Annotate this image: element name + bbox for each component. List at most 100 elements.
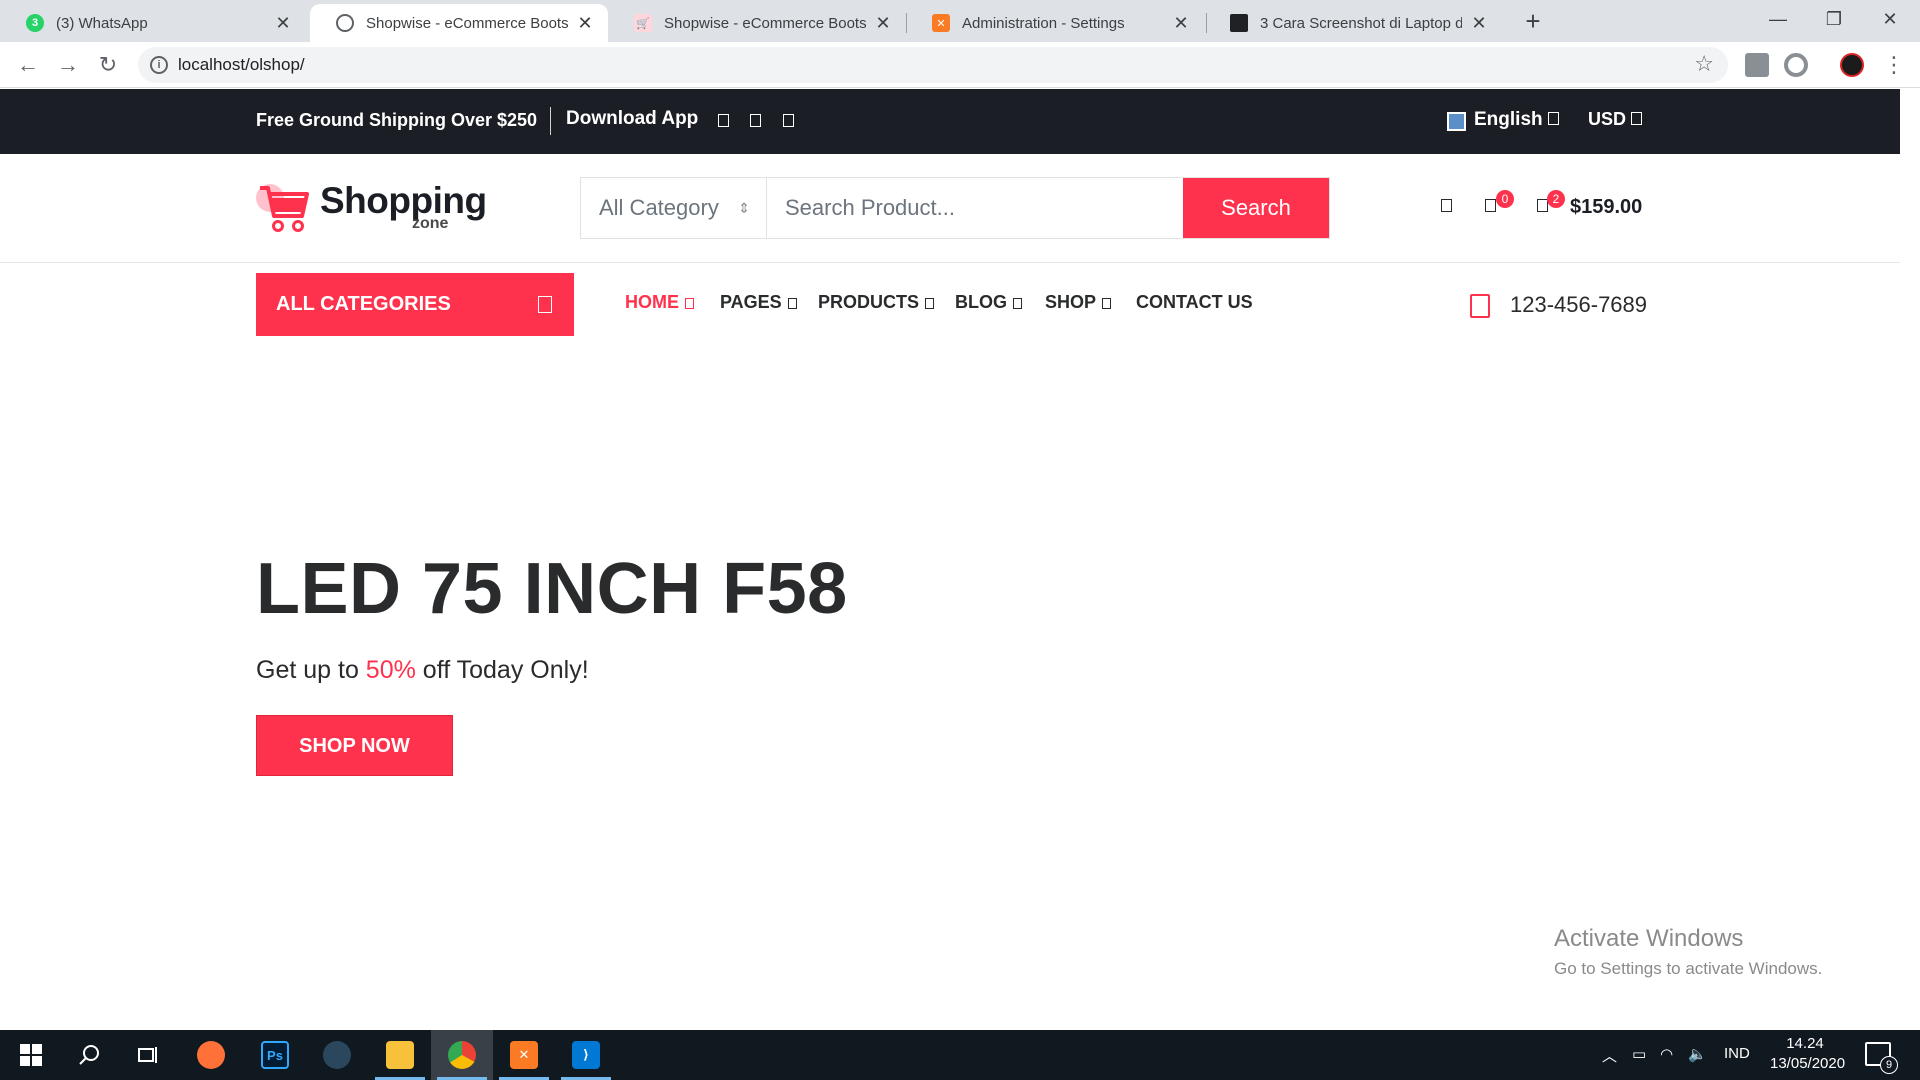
folder-icon bbox=[386, 1041, 414, 1069]
logo-text[interactable]: Shopping bbox=[320, 180, 487, 222]
taskbar-photoshop[interactable]: Ps bbox=[244, 1030, 306, 1080]
wifi-icon[interactable]: ◠ bbox=[1660, 1045, 1673, 1063]
nav-item-blog[interactable]: BLOG bbox=[955, 292, 1022, 313]
show-hidden-icons-chevron-icon[interactable]: ︿ bbox=[1602, 1045, 1617, 1066]
search-input[interactable] bbox=[767, 178, 1183, 238]
nav-item-products[interactable]: PRODUCTS bbox=[818, 292, 935, 313]
info-icon[interactable]: i bbox=[150, 56, 168, 74]
taskbar-file-explorer[interactable] bbox=[369, 1030, 431, 1080]
all-categories-button[interactable]: ALL CATEGORIES bbox=[256, 273, 574, 336]
nav-item-contact-us[interactable]: CONTACT US bbox=[1136, 292, 1253, 313]
input-language[interactable]: IND bbox=[1724, 1045, 1750, 1062]
android-icon[interactable] bbox=[718, 114, 729, 127]
chevron-down-icon bbox=[925, 298, 935, 309]
vscode-icon: ⟩ bbox=[572, 1041, 600, 1069]
shopping-cart-logo-icon[interactable] bbox=[256, 176, 310, 236]
windows-taskbar: Ps ✕ ⟩ ︿ ▭ ◠ 🔈 IND 14.24 13/05/2020 9 bbox=[0, 1030, 1920, 1080]
tab-administration[interactable]: ✕ Administration - Settings ✕ bbox=[906, 4, 1204, 42]
language-select[interactable]: English bbox=[1474, 109, 1559, 131]
wishlist-count-badge: 0 bbox=[1496, 190, 1514, 208]
heart-icon[interactable] bbox=[1485, 199, 1496, 212]
taskbar-xampp[interactable]: ✕ bbox=[493, 1030, 555, 1080]
hero-subtitle-suffix: off Today Only! bbox=[415, 656, 589, 684]
shipping-notice: Free Ground Shipping Over $250 bbox=[256, 110, 538, 130]
download-app-label: Download App bbox=[566, 108, 699, 129]
extension-shield-icon[interactable] bbox=[1745, 53, 1769, 77]
hero-subtitle-prefix: Get up to bbox=[256, 656, 366, 684]
windows-icon[interactable] bbox=[783, 114, 794, 127]
notification-count-badge: 9 bbox=[1880, 1056, 1898, 1074]
tab-whatsapp[interactable]: 3 (3) WhatsApp ✕ bbox=[0, 4, 306, 42]
laptop-icon bbox=[1230, 14, 1248, 32]
restore-button[interactable]: ❐ bbox=[1806, 0, 1862, 40]
search-button[interactable]: Search bbox=[1183, 178, 1329, 238]
extension-circle-icon[interactable] bbox=[1784, 53, 1808, 77]
system-clock[interactable]: 14.24 13/05/2020 bbox=[1770, 1034, 1845, 1074]
user-icon[interactable] bbox=[1441, 199, 1452, 212]
clock-time: 14.24 bbox=[1786, 1035, 1824, 1052]
start-button[interactable] bbox=[0, 1030, 62, 1080]
cart-icon: 🛒 bbox=[634, 14, 652, 32]
category-select[interactable]: All Category ⇕ bbox=[581, 178, 767, 238]
tab-screenshot-article[interactable]: 3 Cara Screenshot di Laptop dan ✕ bbox=[1204, 4, 1502, 42]
search-button[interactable] bbox=[58, 1030, 120, 1080]
chevron-down-icon bbox=[1013, 298, 1022, 309]
tab-title: (3) WhatsApp bbox=[56, 14, 148, 32]
browser-toolbar: ← → ↻ i localhost/olshop/ ☆ ⋮ bbox=[0, 42, 1920, 88]
windows-logo-icon bbox=[20, 1044, 42, 1066]
nav-label: PRODUCTS bbox=[818, 292, 920, 312]
close-icon[interactable]: ✕ bbox=[1172, 13, 1190, 34]
language-label: English bbox=[1474, 109, 1543, 130]
nav-item-home[interactable]: HOME bbox=[625, 292, 694, 313]
shop-now-button[interactable]: SHOP NOW bbox=[256, 715, 453, 776]
back-button[interactable]: ← bbox=[12, 49, 44, 81]
tab-shopwise-active[interactable]: Shopwise - eCommerce Bootstrap ✕ bbox=[310, 4, 608, 42]
new-tab-button[interactable]: + bbox=[1518, 6, 1548, 36]
close-icon[interactable]: ✕ bbox=[274, 13, 292, 34]
hero-subtitle: Get up to 50% off Today Only! bbox=[256, 656, 589, 685]
chevron-down-icon bbox=[685, 298, 694, 309]
close-icon[interactable]: ✕ bbox=[874, 13, 892, 34]
chevron-down-icon bbox=[1547, 112, 1559, 125]
photoshop-icon: Ps bbox=[261, 1041, 289, 1069]
menu-kebab-icon[interactable]: ⋮ bbox=[1878, 49, 1910, 81]
search-icon bbox=[79, 1045, 99, 1065]
nav-item-pages[interactable]: PAGES bbox=[720, 292, 797, 313]
xampp-icon: ✕ bbox=[932, 14, 950, 32]
chevron-updown-icon: ⇕ bbox=[738, 200, 750, 216]
profile-avatar[interactable] bbox=[1840, 53, 1864, 77]
taskbar-firefox[interactable] bbox=[180, 1030, 242, 1080]
apple-icon[interactable] bbox=[750, 114, 761, 127]
tab-shopwise[interactable]: 🛒 Shopwise - eCommerce Bootstrap ✕ bbox=[608, 4, 906, 42]
nav-item-shop[interactable]: SHOP bbox=[1045, 292, 1112, 313]
all-categories-label: ALL CATEGORIES bbox=[276, 293, 451, 315]
taskbar-vscode[interactable]: ⟩ bbox=[555, 1030, 617, 1080]
nav-label: PAGES bbox=[720, 292, 782, 312]
tab-title: Administration - Settings bbox=[962, 14, 1125, 32]
nav-label: CONTACT US bbox=[1136, 292, 1253, 312]
currency-select[interactable]: USD bbox=[1588, 109, 1643, 130]
tab-title: 3 Cara Screenshot di Laptop dan bbox=[1260, 14, 1462, 32]
battery-icon[interactable]: ▭ bbox=[1632, 1045, 1646, 1063]
cart-count-badge: 2 bbox=[1547, 190, 1565, 208]
taskbar-chrome[interactable] bbox=[431, 1030, 493, 1080]
reload-button[interactable]: ↻ bbox=[92, 49, 124, 81]
site-topbar: Free Ground Shipping Over $250 Download … bbox=[0, 89, 1900, 154]
volume-icon[interactable]: 🔈 bbox=[1688, 1045, 1707, 1063]
close-icon[interactable]: ✕ bbox=[576, 13, 594, 34]
address-bar[interactable]: i localhost/olshop/ ☆ bbox=[138, 47, 1728, 83]
cart-total[interactable]: $159.00 bbox=[1570, 196, 1642, 219]
minimize-button[interactable]: — bbox=[1750, 0, 1806, 40]
taskbar-steam[interactable] bbox=[306, 1030, 368, 1080]
close-icon[interactable]: ✕ bbox=[1470, 13, 1488, 34]
xampp-icon: ✕ bbox=[510, 1041, 538, 1069]
phone-number[interactable]: 123-456-7689 bbox=[1510, 292, 1647, 318]
header-divider bbox=[0, 262, 1900, 263]
close-window-button[interactable]: ✕ bbox=[1862, 0, 1918, 40]
bookmark-star-icon[interactable]: ☆ bbox=[1694, 51, 1714, 77]
firefox-icon bbox=[197, 1041, 225, 1069]
forward-button[interactable]: → bbox=[52, 49, 84, 81]
discount-highlight: 50% bbox=[365, 656, 416, 684]
nav-label: BLOG bbox=[955, 292, 1007, 312]
task-view-button[interactable] bbox=[118, 1030, 180, 1080]
